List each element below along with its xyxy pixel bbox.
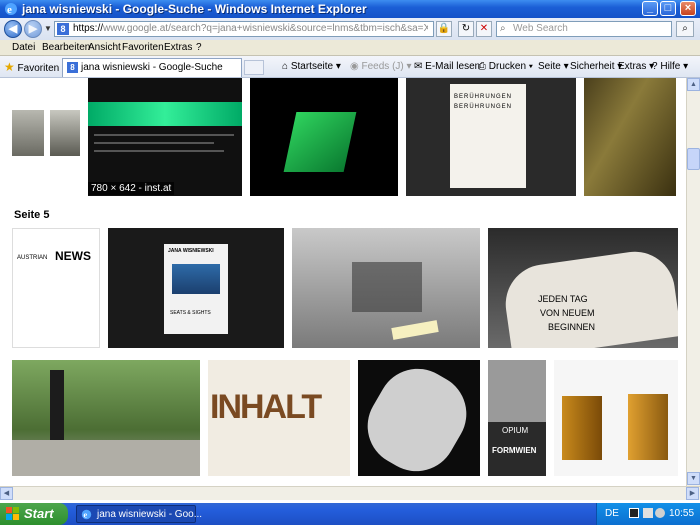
window-title: jana wisniewski - Google-Suche - Windows… — [22, 2, 367, 16]
box-left — [562, 396, 602, 460]
search-icon: ⌕ — [500, 23, 506, 34]
window-titlebar[interactable]: e jana wisniewski - Google-Suche - Windo… — [0, 0, 700, 18]
result-image-austrian-news[interactable]: AUSTRIAN NEWS — [12, 228, 100, 348]
internet-explorer-icon: e — [81, 510, 92, 520]
person — [50, 370, 64, 440]
image-caption: 780 × 642 - inst.at — [88, 182, 175, 195]
favorites-button[interactable]: ★ Favoriten — [4, 60, 59, 74]
box-right — [628, 394, 668, 460]
close-button[interactable]: × — [680, 1, 696, 16]
address-input[interactable]: 8 https://www.google.at/search?q=jana+wi… — [54, 21, 434, 37]
safety-menu-button[interactable]: Sicherheit ▾ — [570, 61, 622, 72]
result-image-thumb-1[interactable] — [12, 110, 44, 156]
menu-bearbeiten[interactable]: Bearbeiten — [42, 42, 90, 53]
clock: 10:55 — [669, 508, 695, 519]
maximize-button[interactable]: □ — [660, 1, 676, 16]
command-bar: ★ Favoriten 8 jana wisniewski - Google-S… — [0, 56, 700, 78]
result-image-book[interactable]: BERÜHRUNGEN BERÜHRUNGEN — [406, 78, 576, 196]
language-indicator[interactable]: DE — [605, 508, 619, 519]
result-image-opium[interactable]: OPIUM FORMWIEN — [488, 360, 546, 476]
image-results: 780 × 642 - inst.at BERÜHRUNGEN BERÜHRUN… — [0, 78, 686, 486]
result-image-green-chair[interactable] — [250, 78, 398, 196]
result-image-inhalt[interactable]: INHALT — [208, 360, 350, 476]
text-line — [94, 150, 224, 152]
result-image-seats-sights[interactable]: JANA WISNIEWSKI SEATS & SIGHTS — [108, 228, 284, 348]
scroll-thumb[interactable] — [687, 148, 700, 170]
result-image-boxes[interactable] — [554, 360, 678, 476]
taskbar-item-ie[interactable]: e jana wisniewski - Goo... — [76, 505, 202, 523]
taskbar: Start e jana wisniewski - Goo... DE 10:5… — [0, 503, 700, 525]
google-favicon-icon: 8 — [67, 62, 78, 73]
hand-shape — [358, 360, 480, 476]
network-icon[interactable] — [643, 508, 653, 518]
green-banner — [88, 102, 242, 126]
refresh-button[interactable]: ↻ — [458, 21, 474, 37]
lock-icon[interactable]: 🔒 — [436, 21, 452, 37]
scroll-right-icon[interactable]: ▶ — [686, 487, 699, 500]
home-button[interactable]: ⌂ Startseite ▾ — [282, 61, 341, 72]
feeds-button[interactable]: ◉ Feeds (J) ▾ — [350, 61, 412, 72]
result-image-garden-people[interactable] — [12, 360, 200, 476]
forward-button[interactable]: ▶ — [24, 20, 42, 38]
cover-image — [488, 360, 546, 422]
result-image-thumb-2[interactable] — [50, 110, 80, 156]
menu-extras[interactable]: Extras — [164, 42, 192, 53]
system-tray: DE 10:55 — [596, 503, 700, 525]
menu-favoriten[interactable]: Favoriten — [122, 42, 164, 53]
vertical-scrollbar[interactable]: ▲ ▼ — [686, 78, 700, 486]
page-menu-button[interactable]: Seite ▾ — [538, 61, 569, 72]
volume-icon[interactable] — [655, 508, 665, 518]
tab-google-search[interactable]: 8 jana wisniewski - Google-Suche — [62, 58, 242, 77]
scroll-down-icon[interactable]: ▼ — [687, 472, 700, 485]
text-line — [94, 134, 234, 136]
text-line — [94, 142, 214, 144]
crowd — [352, 262, 422, 312]
history-dropdown-icon[interactable]: ▼ — [44, 24, 52, 33]
result-image-hand-writing[interactable]: JEDEN TAG VON NEUEM BEGINNEN — [488, 228, 678, 348]
tools-menu-button[interactable]: Extras ▾ — [618, 61, 654, 72]
start-button[interactable]: Start — [0, 503, 68, 525]
green-chair-shape — [283, 112, 357, 172]
result-image-hands[interactable] — [358, 360, 480, 476]
back-button[interactable]: ◀ — [4, 20, 22, 38]
read-mail-button[interactable]: ✉ E-Mail lesen — [414, 61, 480, 72]
menu-datei[interactable]: Datei — [12, 42, 35, 53]
stop-button[interactable]: ✕ — [476, 21, 492, 37]
result-image-exhibition[interactable] — [292, 228, 480, 348]
windows-flag-icon — [6, 507, 19, 520]
url-text: https://www.google.at/search?q=jana+wisn… — [73, 23, 428, 34]
internet-explorer-icon: e — [5, 3, 17, 16]
horizontal-scrollbar[interactable]: ◀ ▶ — [0, 486, 700, 500]
address-toolbar: ◀ ▶ ▼ 8 https://www.google.at/search?q=j… — [0, 18, 700, 40]
tray-app-icon[interactable] — [629, 508, 639, 518]
hand-shape — [500, 246, 678, 348]
google-favicon-icon: 8 — [57, 23, 69, 35]
search-input[interactable]: ⌕ Web Search — [496, 21, 672, 37]
menu-ansicht[interactable]: Ansicht — [88, 42, 121, 53]
poster: JANA WISNIEWSKI SEATS & SIGHTS — [164, 244, 228, 334]
light-object — [391, 320, 439, 340]
result-image-green-table[interactable]: 780 × 642 - inst.at — [88, 78, 242, 196]
ground — [12, 440, 200, 476]
new-tab-button[interactable] — [244, 60, 264, 75]
page-heading: Seite 5 — [14, 209, 50, 221]
scroll-left-icon[interactable]: ◀ — [0, 487, 13, 500]
scroll-up-icon[interactable]: ▲ — [687, 78, 700, 91]
search-go-button[interactable]: ⌕ — [676, 21, 694, 37]
menu-bar: Datei Bearbeiten Ansicht Favoriten Extra… — [0, 40, 700, 56]
star-icon: ★ — [4, 60, 15, 74]
result-image-texture[interactable] — [584, 78, 676, 196]
svg-text:e: e — [83, 510, 87, 520]
minimize-button[interactable]: _ — [642, 1, 658, 16]
svg-text:e: e — [7, 4, 12, 16]
help-menu-button[interactable]: ? Hilfe ▾ — [652, 61, 688, 72]
poster-image — [172, 264, 220, 294]
book-cover: BERÜHRUNGEN BERÜHRUNGEN — [450, 84, 526, 188]
print-button[interactable]: ⎙ Drucken ▾ — [478, 61, 533, 72]
menu-help[interactable]: ? — [196, 42, 202, 53]
